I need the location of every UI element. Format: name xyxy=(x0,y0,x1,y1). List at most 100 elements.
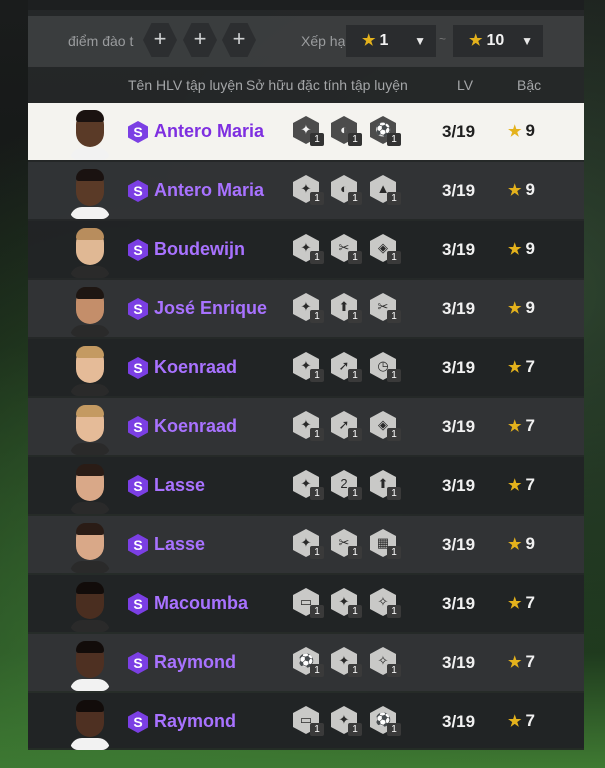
grade-badge: S xyxy=(128,298,148,320)
tier-max-value: 10 xyxy=(486,32,505,49)
trait-level: 1 xyxy=(348,192,362,205)
coach-tier: ★ 9 xyxy=(508,298,535,318)
trait-level: 1 xyxy=(310,664,324,677)
coach-name: Antero Maria xyxy=(154,180,265,200)
star-icon: ★ xyxy=(362,32,376,49)
coach-level: 3/19 xyxy=(442,712,476,731)
trait-level: 1 xyxy=(348,546,362,559)
coach-level: 3/19 xyxy=(442,653,476,672)
chevron-down-icon: ▼ xyxy=(414,34,426,48)
coach-avatar xyxy=(70,580,110,632)
coach-tier: ★ 7 xyxy=(508,416,535,436)
coach-avatar xyxy=(70,344,110,396)
trait-level: 1 xyxy=(348,251,362,264)
coach-row[interactable]: S Antero Maria ✦ 1 ◐ 1 ⚽ 1 3/19 ★ 9 xyxy=(28,103,584,160)
trait-level: 1 xyxy=(310,192,324,205)
coach-row[interactable]: S Macoumba ▭ 1 ✦ 1 ✧ 1 3/19 ★ 7 xyxy=(28,575,584,632)
trait-level: 1 xyxy=(387,428,401,441)
grade-badge: S xyxy=(128,475,148,497)
coach-row[interactable]: S José Enrique ✦ 1 ⬆ 1 ✂ 1 3/19 ★ 9 xyxy=(28,280,584,337)
star-icon: ★ xyxy=(508,241,522,258)
top-strip xyxy=(28,0,584,10)
coach-level: 3/19 xyxy=(442,122,476,141)
tier-value: 7 xyxy=(525,475,535,494)
trait-level: 1 xyxy=(348,664,362,677)
star-icon: ★ xyxy=(469,32,483,49)
tier-value: 9 xyxy=(525,534,535,553)
column-traits[interactable]: Sở hữu đặc tính tập luyện xyxy=(246,77,408,93)
coach-name: Antero Maria xyxy=(154,121,265,141)
table-header: Tên HLV tập luyện Sở hữu đặc tính tập lu… xyxy=(28,68,584,102)
coach-name: Macoumba xyxy=(154,593,249,613)
coach-row[interactable]: S Koenraad ✦ 1 ➚ 1 ◈ 1 3/19 ★ 7 xyxy=(28,398,584,455)
trait-level: 1 xyxy=(387,251,401,264)
grade-badge: S xyxy=(128,534,148,556)
star-icon: ★ xyxy=(508,595,522,612)
tier-value: 7 xyxy=(525,652,535,671)
grade-badge: S xyxy=(128,357,148,379)
trait-level: 1 xyxy=(387,723,401,736)
coach-level: 3/19 xyxy=(442,358,476,377)
add-filter-button-3[interactable]: + xyxy=(222,23,256,57)
tier-value: 9 xyxy=(525,239,535,258)
coach-level: 3/19 xyxy=(442,535,476,554)
trait-level: 1 xyxy=(310,369,324,382)
coach-name: Lasse xyxy=(154,534,206,554)
coach-level: 3/19 xyxy=(442,240,476,259)
coach-row[interactable]: S Antero Maria ✦ 1 ◐ 1 ▲ 1 3/19 ★ 9 xyxy=(28,162,584,219)
coach-row[interactable]: S Raymond ⚽ 1 ✦ 1 ✧ 1 3/19 ★ 7 xyxy=(28,634,584,691)
coach-level: 3/19 xyxy=(442,476,476,495)
grade-badge: S xyxy=(128,652,148,674)
trait-level: 1 xyxy=(387,133,401,146)
coach-tier: ★ 7 xyxy=(508,652,535,672)
coach-level: 3/19 xyxy=(442,299,476,318)
coach-row[interactable]: S Lasse ✦ 1 ✂ 1 ▦ 1 3/19 ★ 9 xyxy=(28,516,584,573)
coach-row[interactable]: S Raymond ▭ 1 ✦ 1 ⚽ 1 3/19 ★ 7 xyxy=(28,693,584,750)
training-points-label: điểm đào tạ xyxy=(68,33,134,49)
trait-level: 1 xyxy=(387,369,401,382)
coach-tier: ★ 9 xyxy=(508,534,535,554)
trait-level: 1 xyxy=(310,487,324,500)
star-icon: ★ xyxy=(508,654,522,671)
star-icon: ★ xyxy=(508,477,522,494)
trait-level: 1 xyxy=(387,487,401,500)
coach-tier: ★ 7 xyxy=(508,593,535,613)
star-icon: ★ xyxy=(508,359,522,376)
add-filter-button-2[interactable]: + xyxy=(183,23,217,57)
tier-min-select[interactable]: ★ 1 ▼ xyxy=(346,25,436,57)
coach-row[interactable]: S Koenraad ✦ 1 ➚ 1 ◷ 1 3/19 ★ 7 xyxy=(28,339,584,396)
trait-level: 1 xyxy=(348,369,362,382)
coach-level: 3/19 xyxy=(442,594,476,613)
add-filter-button-1[interactable]: + xyxy=(143,23,177,57)
coach-avatar xyxy=(70,639,110,691)
trait-level: 1 xyxy=(310,251,324,264)
trait-level: 1 xyxy=(310,546,324,559)
coach-row[interactable]: S Boudewijn ✦ 1 ✂ 1 ◈ 1 3/19 ★ 9 xyxy=(28,221,584,278)
trait-level: 1 xyxy=(387,546,401,559)
coach-tier: ★ 7 xyxy=(508,357,535,377)
tier-value: 9 xyxy=(525,121,535,140)
coach-avatar xyxy=(70,108,110,160)
coach-name: José Enrique xyxy=(154,298,268,318)
coach-name: Raymond xyxy=(154,711,237,731)
column-level[interactable]: LV xyxy=(457,77,473,93)
trait-level: 1 xyxy=(348,487,362,500)
coach-row[interactable]: S Lasse ✦ 1 2 1 ⬆ 1 3/19 ★ 7 xyxy=(28,457,584,514)
tier-min-value: 1 xyxy=(379,32,389,49)
coach-avatar xyxy=(70,167,110,219)
coach-tier: ★ 9 xyxy=(508,239,535,259)
coach-avatar xyxy=(70,698,110,750)
column-coach-name[interactable]: Tên HLV tập luyện xyxy=(128,77,243,93)
grade-badge: S xyxy=(128,593,148,615)
tier-max-select[interactable]: ★ 10 ▼ xyxy=(453,25,543,57)
tier-value: 7 xyxy=(525,711,535,730)
column-tier[interactable]: Bậc xyxy=(517,77,541,93)
grade-badge: S xyxy=(128,239,148,261)
trait-level: 1 xyxy=(348,133,362,146)
range-separator: ~ xyxy=(439,32,447,46)
tier-value: 7 xyxy=(525,416,535,435)
coach-name: Lasse xyxy=(154,475,206,495)
trait-level: 1 xyxy=(348,723,362,736)
sort-label: Xếp hạ xyxy=(301,33,345,49)
trait-level: 1 xyxy=(387,664,401,677)
